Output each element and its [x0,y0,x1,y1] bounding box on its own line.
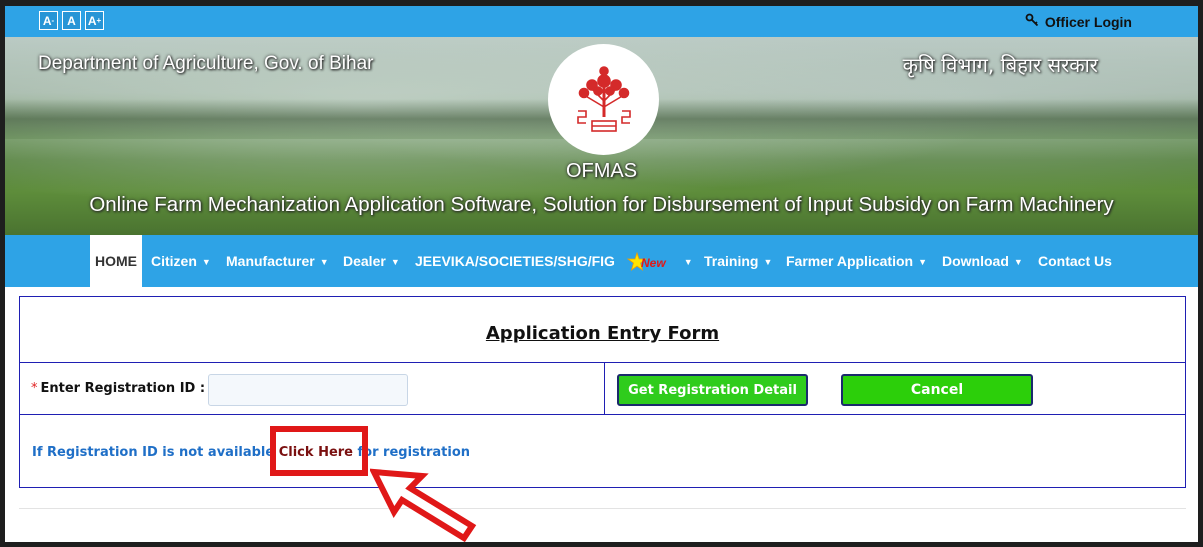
caret-down-icon: ▼ [319,257,329,267]
top-bar: A- A A + Officer Login [5,6,1198,37]
registration-id-label: * Enter Registration ID : [31,381,206,396]
site-subtitle: Online Farm Mechanization Application So… [89,193,1114,216]
highlight-box [270,426,368,476]
officer-login-link[interactable]: Officer Login [1025,13,1132,30]
nav-home[interactable]: HOME [90,235,142,287]
bottom-divider [19,508,1186,509]
get-registration-detail-button[interactable]: Get Registration Detail [617,374,808,406]
bihar-emblem-icon [548,44,659,155]
caret-down-icon: ▼ [390,257,400,267]
required-marker: * [31,381,38,396]
header-banner: Department of Agriculture, Gov. of Bihar… [5,37,1198,235]
main-nav: HOME Citizen ▼ Manufacturer ▼ Dealer ▼ JEEV… [5,235,1198,287]
officer-login-label: Officer Login [1044,13,1132,30]
new-badge: New [625,252,675,272]
caret-down-icon: ▼ [683,257,693,267]
nav-training[interactable]: Training ▼ [704,235,772,287]
font-normal-button[interactable]: A [62,11,81,30]
registration-row: * Enter Registration ID : Get Registratio… [20,362,1185,415]
department-name: Department of Agriculture, Gov. of Bihar [38,53,374,74]
nav-farmer-application[interactable]: Farmer Application ▼ [786,235,927,287]
nav-citizen[interactable]: Citizen ▼ [151,235,211,287]
nav-jeevika[interactable]: JEEVIKA/SOCIETIES/SHG/FIG New ▼ [415,235,693,287]
caret-down-icon: ▼ [918,257,927,267]
application-entry-form: Application Entry Form * Enter Registrati… [19,296,1186,488]
key-icon [1025,13,1039,30]
new-badge-text: New [641,256,666,270]
nav-manufacturer[interactable]: Manufacturer ▼ [226,235,329,287]
caret-down-icon: ▼ [201,257,211,267]
font-increase-button[interactable]: A + [85,11,104,30]
caret-down-icon: ▼ [763,257,773,267]
registration-note: If Registration ID is not available Clic… [32,445,471,460]
department-name-hindi: कृषि विभाग, बिहार सरकार [902,53,1098,77]
nav-download[interactable]: Download ▼ [942,235,1023,287]
nav-dealer[interactable]: Dealer ▼ [343,235,400,287]
nav-contact-us[interactable]: Contact Us [1038,235,1112,287]
registration-id-input[interactable] [208,374,408,406]
form-title: Application Entry Form [485,323,720,344]
font-decrease-button[interactable]: A- [39,11,58,30]
site-title: OFMAS [565,160,638,182]
caret-down-icon: ▼ [1013,257,1023,267]
cancel-button[interactable]: Cancel [841,374,1033,406]
pointer-arrow-icon [370,468,477,543]
row-divider [604,363,605,414]
